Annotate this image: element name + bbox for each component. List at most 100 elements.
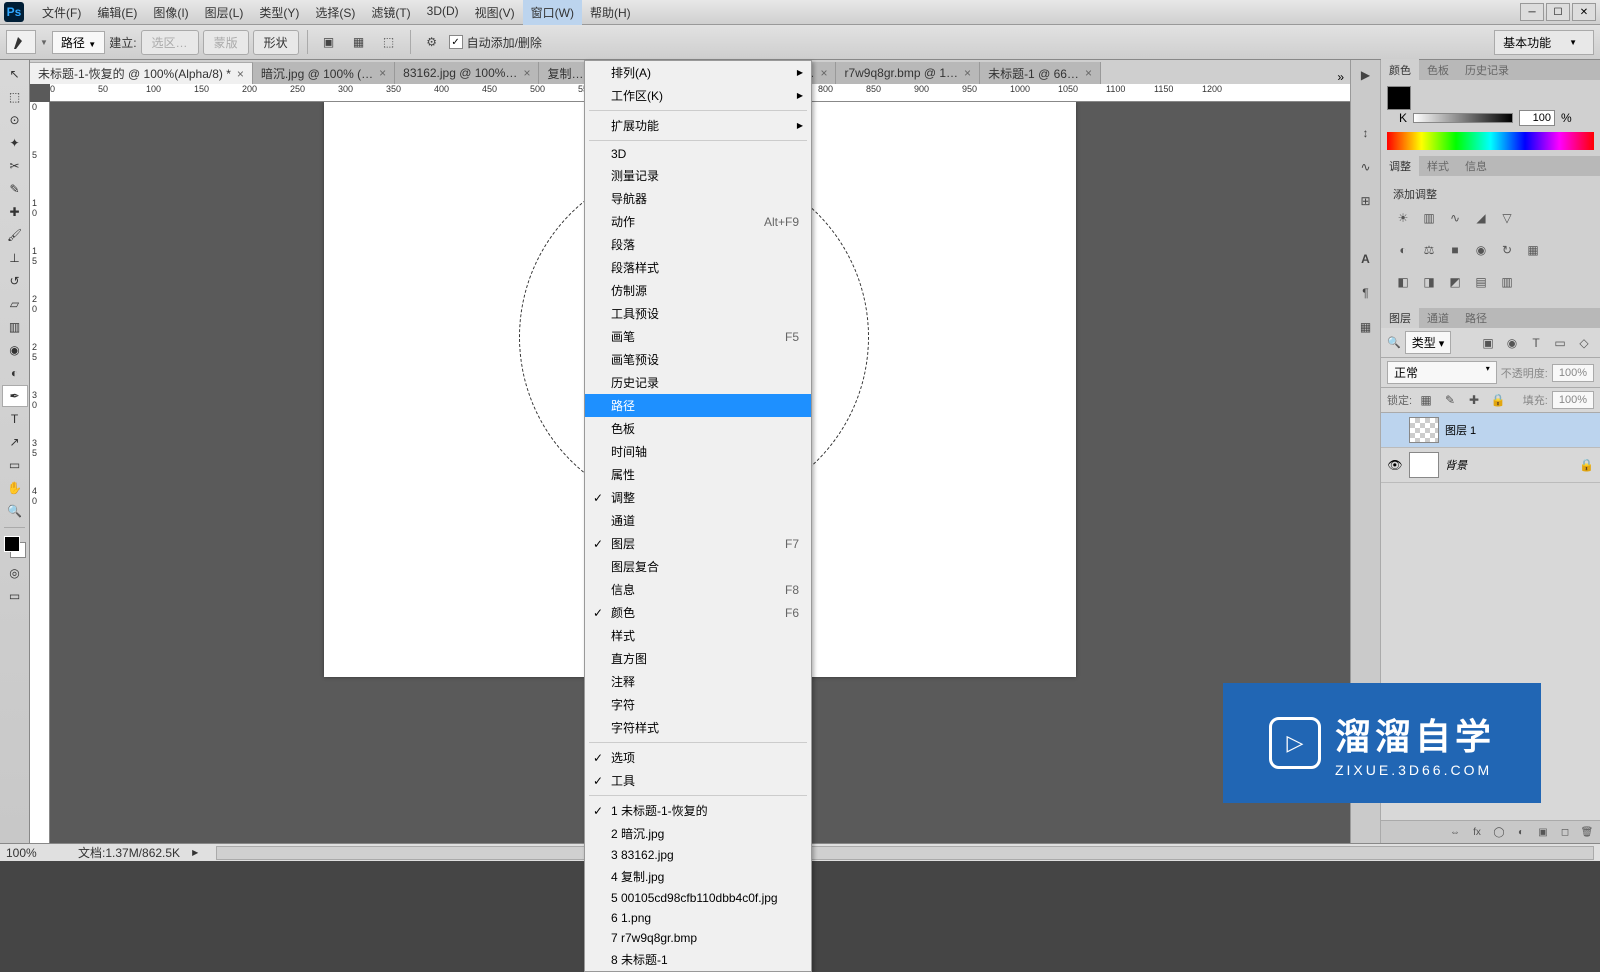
tab-info[interactable]: 信息 [1457, 155, 1495, 177]
layer-row[interactable]: 图层 1 [1381, 413, 1600, 448]
menu-item-段落[interactable]: 段落 [585, 233, 811, 256]
menu-item-500105cd98cfb110dbb4c0f.jpg[interactable]: 5 00105cd98cfb110dbb4c0f.jpg [585, 888, 811, 908]
gear-icon[interactable]: ⚙ [419, 30, 445, 54]
opacity-value[interactable]: 100% [1552, 364, 1594, 382]
menu-item-2暗沉.jpg[interactable]: 2 暗沉.jpg [585, 822, 811, 845]
lasso-tool-icon[interactable]: ⊙ [2, 109, 28, 131]
layer-visibility-icon[interactable] [1387, 422, 1403, 438]
k-slider[interactable] [1413, 113, 1513, 123]
history-brush-icon[interactable]: ↺ [2, 270, 28, 292]
menu-item-选项[interactable]: ✓选项 [585, 746, 811, 769]
selective-icon[interactable]: ▥ [1497, 274, 1517, 290]
k-value[interactable]: 100 [1519, 110, 1555, 126]
close-tab-icon[interactable]: × [820, 66, 827, 80]
menu-item-属性[interactable]: 属性 [585, 463, 811, 486]
para-panel-icon[interactable]: ¶ [1355, 282, 1377, 304]
menu-item-字符[interactable]: 字符 [585, 693, 811, 716]
filter-smart-icon[interactable]: ◇ [1574, 335, 1594, 351]
menu-窗口[interactable]: 窗口(W) [523, 0, 582, 25]
mode-select[interactable]: 路径 ▼ [52, 31, 105, 54]
menu-item-8未标题-1[interactable]: 8 未标题-1 [585, 948, 811, 971]
menu-选择[interactable]: 选择(S) [307, 0, 363, 25]
tab-swatches[interactable]: 色板 [1419, 59, 1457, 81]
fill-value[interactable]: 100% [1552, 391, 1594, 409]
play-panel-icon[interactable]: ▶ [1355, 64, 1377, 86]
menu-类型[interactable]: 类型(Y) [251, 0, 307, 25]
eraser-tool-icon[interactable]: ▱ [2, 293, 28, 315]
exposure-icon[interactable]: ◢ [1471, 210, 1491, 226]
menu-item-排列A[interactable]: 排列(A) [585, 61, 811, 84]
tab-styles[interactable]: 样式 [1419, 155, 1457, 177]
filter-type-icon[interactable]: T [1526, 335, 1546, 351]
link-layers-icon[interactable]: ⇔ [1445, 824, 1465, 840]
doc-size-chevron[interactable]: ▶ [192, 848, 198, 857]
pen-tool-icon[interactable] [6, 30, 36, 54]
char-panel-icon[interactable]: A [1355, 248, 1377, 270]
mixer-icon[interactable]: ↻ [1497, 242, 1517, 258]
menu-item-1未标题-1-恢复的[interactable]: ✓1 未标题-1-恢复的 [585, 799, 811, 822]
stamp-tool-icon[interactable]: ⊥ [2, 247, 28, 269]
layer-filter-type[interactable]: 类型 ▾ [1405, 331, 1452, 354]
minimize-button[interactable]: ─ [1520, 3, 1544, 21]
menu-帮助[interactable]: 帮助(H) [582, 0, 639, 25]
filter-adj-icon[interactable]: ◉ [1502, 335, 1522, 351]
type-tool-icon[interactable]: T [2, 408, 28, 430]
path-op2-icon[interactable]: ▦ [346, 30, 372, 54]
document-tab[interactable]: 未标题-1 @ 66…× [980, 62, 1101, 84]
tab-color[interactable]: 颜色 [1381, 59, 1419, 81]
lock-trans-icon[interactable]: ▦ [1416, 392, 1436, 408]
source-panel-icon[interactable]: ⊞ [1355, 190, 1377, 212]
tab-paths[interactable]: 路径 [1457, 307, 1495, 329]
menu-item-字符样式[interactable]: 字符样式 [585, 716, 811, 739]
menu-图层[interactable]: 图层(L) [197, 0, 252, 25]
close-tab-icon[interactable]: × [523, 66, 530, 80]
tab-adjustments[interactable]: 调整 [1381, 155, 1419, 177]
close-tab-icon[interactable]: × [1085, 66, 1092, 80]
path-select-icon[interactable]: ↗ [2, 431, 28, 453]
path-op3-icon[interactable]: ⬚ [376, 30, 402, 54]
group-icon[interactable]: ▣ [1533, 824, 1553, 840]
menu-item-工具预设[interactable]: 工具预设 [585, 302, 811, 325]
marquee-tool-icon[interactable]: ⬚ [2, 86, 28, 108]
tab-history[interactable]: 历史记录 [1457, 59, 1517, 81]
menu-item-注释[interactable]: 注释 [585, 670, 811, 693]
tab-overflow-icon[interactable]: » [1331, 70, 1350, 84]
path-op1-icon[interactable]: ▣ [316, 30, 342, 54]
menu-item-时间轴[interactable]: 时间轴 [585, 440, 811, 463]
curves-icon[interactable]: ∿ [1445, 210, 1465, 226]
layer-row[interactable]: 👁背景🔒 [1381, 448, 1600, 483]
posterize-icon[interactable]: ◨ [1419, 274, 1439, 290]
threshold-icon[interactable]: ◩ [1445, 274, 1465, 290]
layer-thumbnail[interactable] [1409, 452, 1439, 478]
eyedropper-tool-icon[interactable]: ✎ [2, 178, 28, 200]
tool-preset-icon[interactable]: ▦ [1355, 316, 1377, 338]
horizontal-scrollbar[interactable] [216, 846, 1594, 860]
dodge-tool-icon[interactable]: ◐ [2, 362, 28, 384]
menu-文件[interactable]: 文件(F) [34, 0, 89, 25]
menu-item-路径[interactable]: 路径 [585, 394, 811, 417]
document-tab[interactable]: 暗沉.jpg @ 100% (…× [253, 62, 395, 84]
lookup-icon[interactable]: ▦ [1523, 242, 1543, 258]
menu-item-图层[interactable]: ✓图层F7 [585, 532, 811, 555]
menu-item-段落样式[interactable]: 段落样式 [585, 256, 811, 279]
menu-3D[interactable]: 3D(D) [419, 0, 467, 25]
menu-item-61.png[interactable]: 6 1.png [585, 908, 811, 928]
tab-layers[interactable]: 图层 [1381, 307, 1419, 329]
menu-item-工作区K[interactable]: 工作区(K) [585, 84, 811, 107]
menu-视图[interactable]: 视图(V) [467, 0, 523, 25]
menu-item-图层复合[interactable]: 图层复合 [585, 555, 811, 578]
healing-tool-icon[interactable]: ✚ [2, 201, 28, 223]
fill-adj-icon[interactable]: ◐ [1511, 824, 1531, 840]
bw-icon[interactable]: ■ [1445, 242, 1465, 258]
color-swatches[interactable] [4, 536, 26, 558]
delete-layer-icon[interactable]: 🗑 [1577, 824, 1597, 840]
zoom-tool-icon[interactable]: 🔍 [2, 500, 28, 522]
menu-item-直方图[interactable]: 直方图 [585, 647, 811, 670]
menu-item-3D[interactable]: 3D [585, 144, 811, 164]
crop-tool-icon[interactable]: ✂ [2, 155, 28, 177]
foreground-color-swatch[interactable] [1387, 86, 1411, 110]
mask-button[interactable]: 蒙版 [203, 30, 249, 55]
menu-图像[interactable]: 图像(I) [145, 0, 196, 25]
move-tool-icon[interactable]: ↖ [2, 63, 28, 85]
menu-item-色板[interactable]: 色板 [585, 417, 811, 440]
